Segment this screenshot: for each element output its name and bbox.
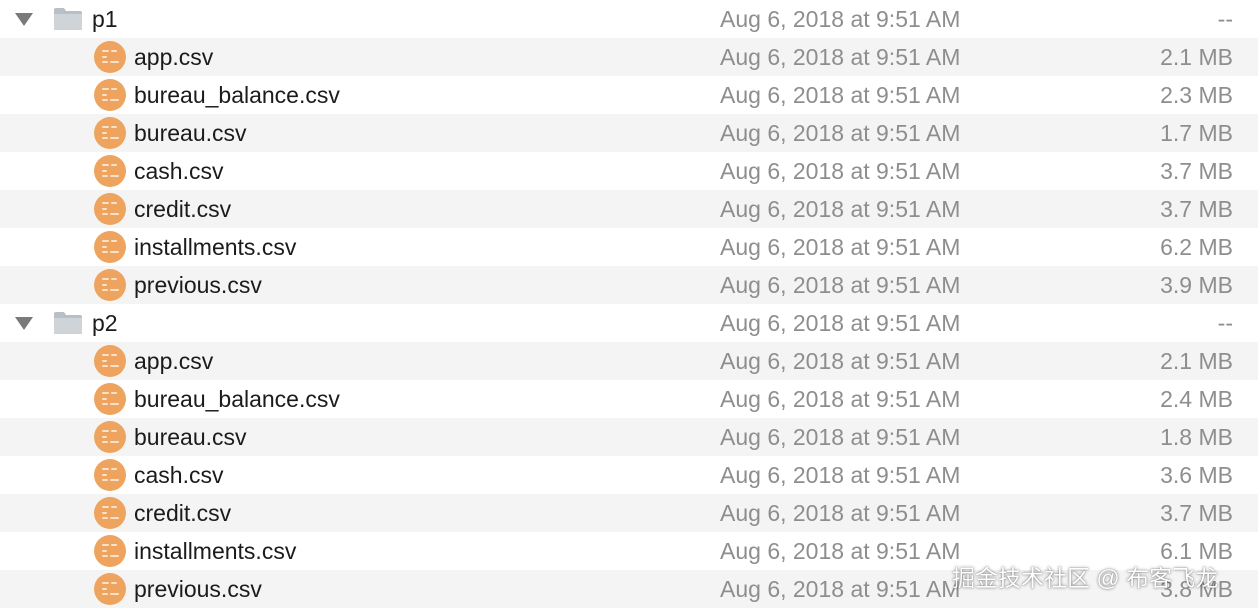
file-row[interactable]: credit.csv Aug 6, 2018 at 9:51 AM 3.7 MB bbox=[0, 190, 1258, 228]
file-name: bureau.csv bbox=[134, 424, 247, 450]
folder-icon bbox=[54, 312, 82, 334]
file-size: 3.7 MB bbox=[1160, 158, 1233, 184]
csv-file-icon bbox=[94, 117, 126, 149]
file-name: installments.csv bbox=[134, 538, 297, 564]
date-modified: Aug 6, 2018 at 9:51 AM bbox=[720, 576, 961, 602]
watermark: 掘金技术社区 @ 布客飞龙 bbox=[952, 565, 1219, 591]
file-name: app.csv bbox=[134, 348, 214, 374]
file-name: previous.csv bbox=[134, 576, 262, 602]
file-name: cash.csv bbox=[134, 462, 224, 488]
date-modified: Aug 6, 2018 at 9:51 AM bbox=[720, 538, 961, 564]
date-modified: Aug 6, 2018 at 9:51 AM bbox=[720, 424, 961, 450]
csv-file-icon bbox=[94, 459, 126, 491]
csv-file-icon bbox=[94, 345, 126, 377]
date-modified: Aug 6, 2018 at 9:51 AM bbox=[720, 44, 961, 70]
csv-file-icon bbox=[94, 269, 126, 301]
csv-file-icon bbox=[94, 383, 126, 415]
csv-file-icon bbox=[94, 421, 126, 453]
csv-file-icon bbox=[94, 155, 126, 187]
csv-file-icon bbox=[94, 79, 126, 111]
date-modified: Aug 6, 2018 at 9:51 AM bbox=[720, 196, 961, 222]
file-name: credit.csv bbox=[134, 500, 232, 526]
disclosure-triangle-down-icon[interactable] bbox=[15, 317, 33, 330]
file-name: cash.csv bbox=[134, 158, 224, 184]
file-row[interactable]: bureau_balance.csv Aug 6, 2018 at 9:51 AM… bbox=[0, 380, 1258, 418]
date-modified: Aug 6, 2018 at 9:51 AM bbox=[720, 386, 961, 412]
file-size: 2.1 MB bbox=[1160, 348, 1233, 374]
file-row[interactable]: bureau.csv Aug 6, 2018 at 9:51 AM 1.7 MB bbox=[0, 114, 1258, 152]
folder-icon bbox=[54, 8, 82, 30]
file-size: 3.7 MB bbox=[1160, 500, 1233, 526]
date-modified: Aug 6, 2018 at 9:51 AM bbox=[720, 158, 961, 184]
csv-file-icon bbox=[94, 535, 126, 567]
date-modified: Aug 6, 2018 at 9:51 AM bbox=[720, 310, 961, 336]
file-name: installments.csv bbox=[134, 234, 297, 260]
file-size: 2.4 MB bbox=[1160, 386, 1233, 412]
folder-row[interactable]: p2 Aug 6, 2018 at 9:51 AM -- bbox=[0, 304, 1258, 342]
file-row[interactable]: cash.csv Aug 6, 2018 at 9:51 AM 3.7 MB bbox=[0, 152, 1258, 190]
file-size: -- bbox=[1217, 310, 1233, 336]
date-modified: Aug 6, 2018 at 9:51 AM bbox=[720, 234, 961, 260]
file-row[interactable]: app.csv Aug 6, 2018 at 9:51 AM 2.1 MB bbox=[0, 342, 1258, 380]
csv-file-icon bbox=[94, 41, 126, 73]
file-name: bureau_balance.csv bbox=[134, 386, 340, 412]
date-modified: Aug 6, 2018 at 9:51 AM bbox=[720, 348, 961, 374]
file-size: 1.7 MB bbox=[1160, 120, 1233, 146]
file-row[interactable]: previous.csv Aug 6, 2018 at 9:51 AM 3.9 MB bbox=[0, 266, 1258, 304]
file-name: credit.csv bbox=[134, 196, 232, 222]
csv-file-icon bbox=[94, 573, 126, 605]
file-size: 3.7 MB bbox=[1160, 196, 1233, 222]
file-size: 2.1 MB bbox=[1160, 44, 1233, 70]
file-size: -- bbox=[1217, 6, 1233, 32]
date-modified: Aug 6, 2018 at 9:51 AM bbox=[720, 120, 961, 146]
file-name: bureau.csv bbox=[134, 120, 247, 146]
file-row[interactable]: app.csv Aug 6, 2018 at 9:51 AM 2.1 MB bbox=[0, 38, 1258, 76]
date-modified: Aug 6, 2018 at 9:51 AM bbox=[720, 6, 961, 32]
folder-name: p2 bbox=[92, 310, 118, 336]
date-modified: Aug 6, 2018 at 9:51 AM bbox=[720, 462, 961, 488]
folder-row[interactable]: p1 Aug 6, 2018 at 9:51 AM -- bbox=[0, 0, 1258, 38]
csv-file-icon bbox=[94, 497, 126, 529]
file-row[interactable]: cash.csv Aug 6, 2018 at 9:51 AM 3.6 MB bbox=[0, 456, 1258, 494]
file-name: bureau_balance.csv bbox=[134, 82, 340, 108]
file-size: 6.1 MB bbox=[1160, 538, 1233, 564]
file-name: previous.csv bbox=[134, 272, 262, 298]
file-row[interactable]: credit.csv Aug 6, 2018 at 9:51 AM 3.7 MB bbox=[0, 494, 1258, 532]
file-row[interactable]: bureau.csv Aug 6, 2018 at 9:51 AM 1.8 MB bbox=[0, 418, 1258, 456]
file-row[interactable]: bureau_balance.csv Aug 6, 2018 at 9:51 AM… bbox=[0, 76, 1258, 114]
file-size: 3.6 MB bbox=[1160, 462, 1233, 488]
file-name: app.csv bbox=[134, 44, 214, 70]
csv-file-icon bbox=[94, 231, 126, 263]
date-modified: Aug 6, 2018 at 9:51 AM bbox=[720, 272, 961, 298]
file-size: 2.3 MB bbox=[1160, 82, 1233, 108]
file-size: 3.9 MB bbox=[1160, 272, 1233, 298]
date-modified: Aug 6, 2018 at 9:51 AM bbox=[720, 82, 961, 108]
file-row[interactable]: installments.csv Aug 6, 2018 at 9:51 AM 6.… bbox=[0, 228, 1258, 266]
folder-name: p1 bbox=[92, 6, 118, 32]
csv-file-icon bbox=[94, 193, 126, 225]
file-size: 6.2 MB bbox=[1160, 234, 1233, 260]
disclosure-triangle-down-icon[interactable] bbox=[15, 13, 33, 26]
file-size: 1.8 MB bbox=[1160, 424, 1233, 450]
date-modified: Aug 6, 2018 at 9:51 AM bbox=[720, 500, 961, 526]
